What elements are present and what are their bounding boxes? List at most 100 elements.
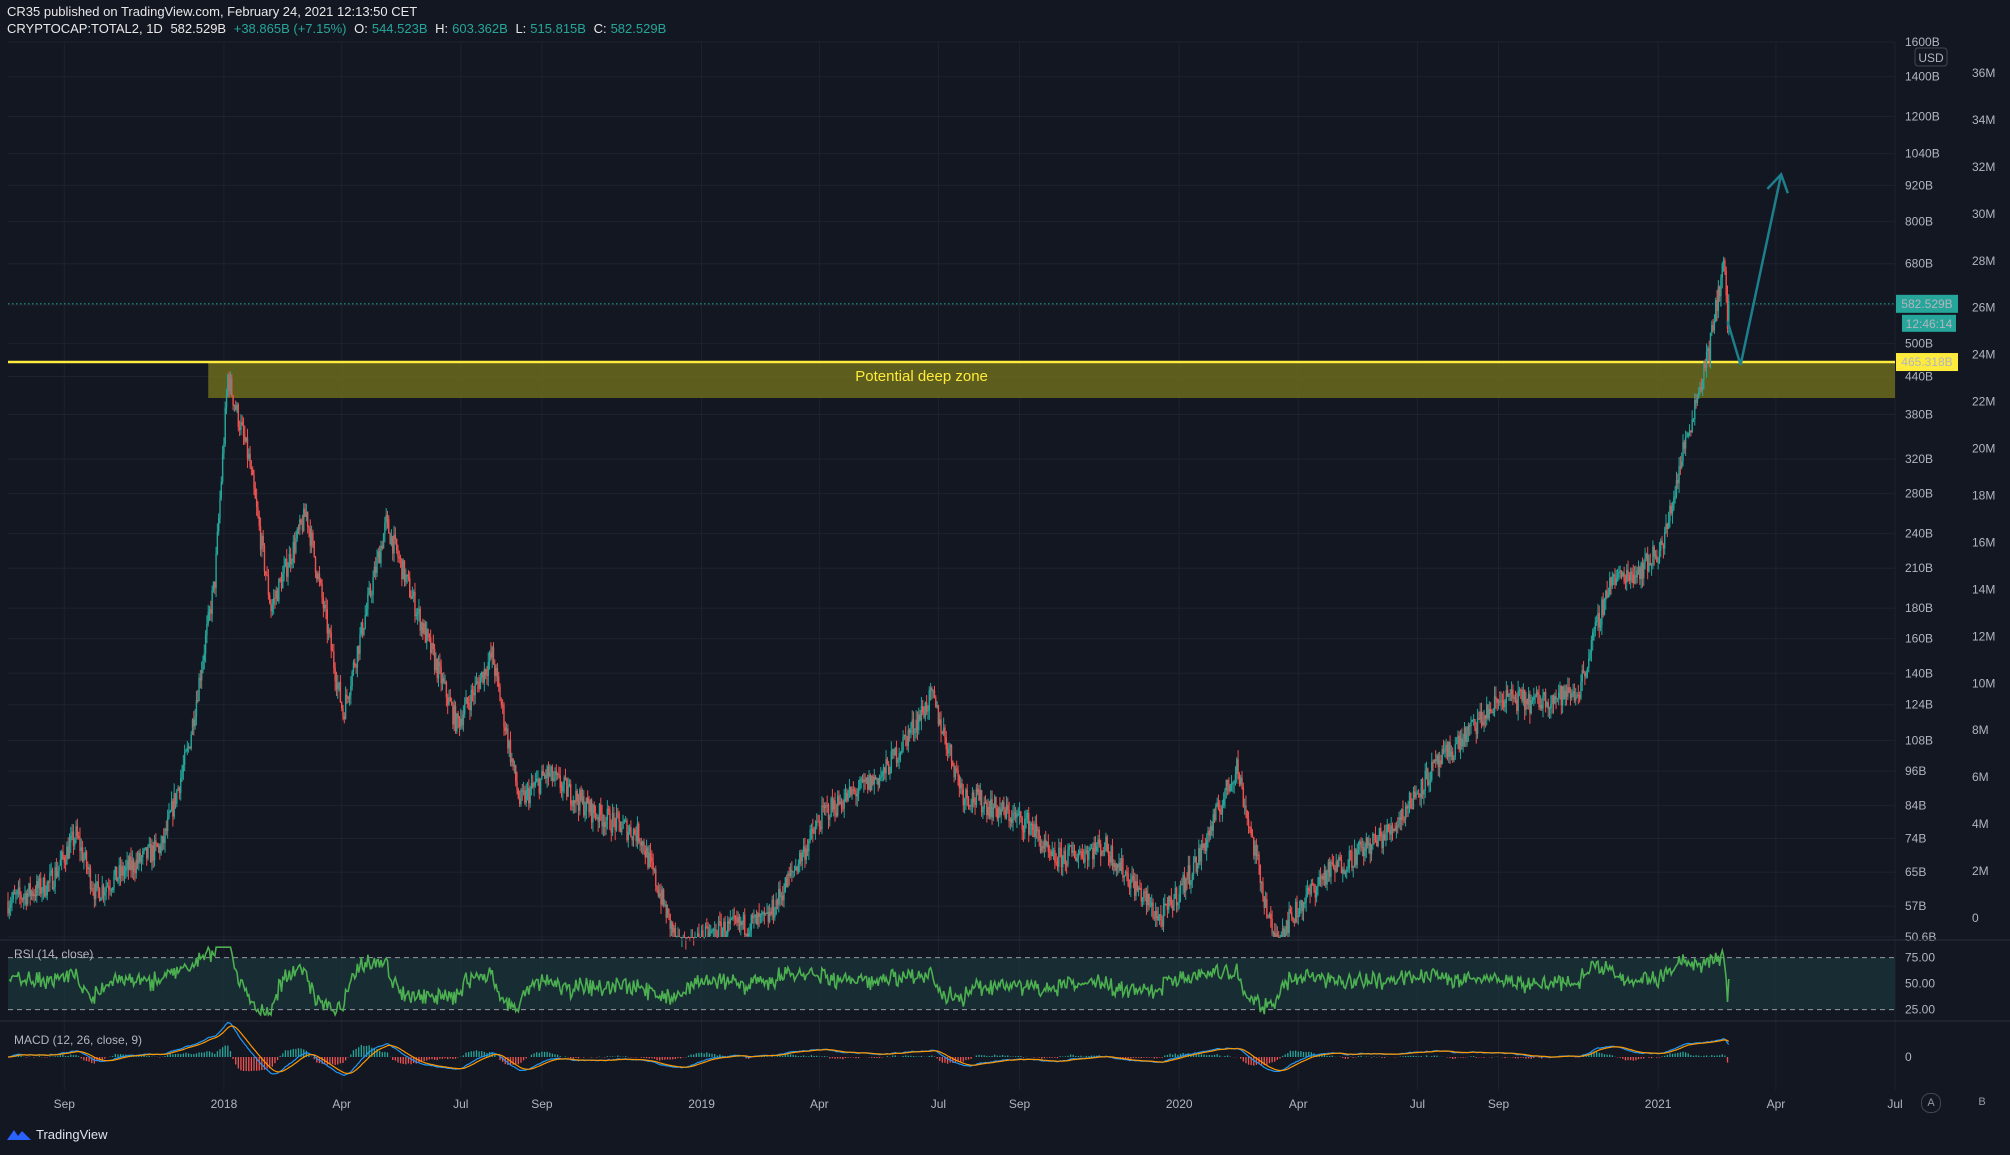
candle-body — [1454, 744, 1457, 757]
candle-body — [1055, 861, 1057, 863]
rsi-level-label: 25.00 — [1905, 1003, 1935, 1017]
candle-body — [1353, 848, 1356, 867]
price-tick-label: 680B — [1905, 257, 1933, 271]
candle-body — [333, 651, 335, 668]
candle-body — [1327, 861, 1330, 873]
candle-body — [518, 798, 521, 805]
candle-body — [789, 870, 792, 876]
candle-body — [624, 820, 627, 822]
candle-body — [702, 930, 704, 937]
candle-body — [995, 796, 997, 809]
candle-body — [189, 746, 191, 749]
candle-body — [1534, 695, 1536, 697]
candle-body — [136, 859, 139, 864]
candle-body — [1152, 902, 1154, 918]
candle-body — [1414, 791, 1416, 798]
candle-body — [631, 836, 633, 841]
candle-body — [1325, 870, 1327, 885]
candle-body — [928, 690, 930, 711]
candle-body — [501, 704, 504, 706]
candle-body — [415, 614, 417, 617]
candle-body — [1387, 824, 1390, 831]
candle-body — [1645, 553, 1648, 558]
candle-body — [126, 860, 128, 867]
candle-body — [675, 936, 678, 938]
macd-pane[interactable]: MACD (12, 26, close, 9) 0 — [0, 1020, 2010, 1076]
candle-body — [801, 852, 804, 862]
candle-body — [877, 778, 879, 786]
candle-body — [424, 623, 427, 643]
auto-scale-button[interactable]: A — [1921, 1093, 1941, 1113]
candle-body — [64, 862, 67, 865]
candle-body — [712, 929, 715, 931]
candle-body — [1348, 850, 1351, 869]
candle-body — [19, 887, 21, 895]
candle-body — [470, 689, 472, 711]
candle-body — [885, 759, 887, 774]
candle-body — [1364, 850, 1366, 857]
candle-body — [1563, 686, 1565, 700]
candle-body — [419, 608, 421, 631]
candle-body — [1123, 875, 1125, 878]
candle-body — [745, 933, 747, 935]
candle-body — [1065, 864, 1068, 866]
candle-body — [1247, 819, 1250, 827]
candle-body — [266, 574, 268, 576]
candle-body — [823, 806, 826, 808]
candle-body — [1673, 497, 1675, 509]
candle-body — [1640, 563, 1642, 580]
candle-body — [971, 792, 974, 805]
candle-body — [58, 865, 60, 871]
candle-body — [169, 811, 171, 813]
candle-body — [1093, 842, 1095, 860]
candle-body — [382, 533, 385, 549]
price-axis[interactable]: 1600B1400B1200B1040B920B800B680B580B500B… — [1896, 35, 1958, 944]
candle-body — [381, 545, 383, 549]
candle-body — [1489, 708, 1492, 711]
candle-body — [880, 776, 882, 778]
candle-body — [802, 846, 805, 853]
candle-body — [1605, 590, 1607, 601]
candle-body — [156, 843, 158, 847]
candle-body — [738, 916, 741, 926]
candle-body — [549, 772, 551, 776]
footer-brand[interactable]: TradingView — [6, 1127, 108, 1142]
candle-body — [204, 635, 207, 654]
candle-body — [1650, 564, 1653, 566]
candle-body — [232, 395, 234, 406]
candle-body — [954, 768, 957, 778]
candle-body — [1406, 806, 1408, 809]
candle-body — [375, 566, 377, 573]
candle-body — [1635, 575, 1637, 578]
candle-body — [172, 801, 174, 817]
candle-body — [343, 716, 346, 720]
rsi-pane[interactable]: 75.00 50.00 25.00 RSI (14, close) — [0, 939, 2010, 1017]
candle-body — [115, 866, 118, 882]
candle-body — [1073, 850, 1076, 858]
candle-body — [1496, 698, 1498, 703]
candle-body — [151, 845, 153, 863]
candle-body — [560, 788, 563, 792]
candle-body — [1395, 825, 1398, 832]
candle-body — [1014, 812, 1017, 818]
candle-body — [800, 852, 802, 862]
candle-body — [1165, 903, 1167, 906]
candle-body — [1602, 599, 1604, 616]
time-axis[interactable]: Sep 2018 Apr Jul Sep 2019 Apr Jul Sep 2020 Apr Jul S… — [54, 1097, 1903, 1111]
candle-body — [72, 831, 75, 846]
candle-body — [215, 553, 217, 589]
candle-body — [131, 860, 134, 871]
candle-body — [638, 823, 640, 843]
candle-body — [1005, 804, 1008, 818]
candle-body — [193, 719, 195, 727]
candle-body — [1679, 466, 1682, 468]
candle-body — [1183, 874, 1186, 892]
candle-body — [922, 706, 924, 713]
chart-canvas[interactable]: Potential deep zone 1600B 1400B 1200B 1040B… — [0, 0, 2010, 1155]
candle-body — [422, 622, 424, 634]
candle-body — [288, 553, 291, 568]
candle-body — [1509, 693, 1511, 695]
candle-body — [1674, 495, 1676, 498]
candle-body — [1690, 430, 1692, 433]
candle-body — [326, 609, 328, 634]
